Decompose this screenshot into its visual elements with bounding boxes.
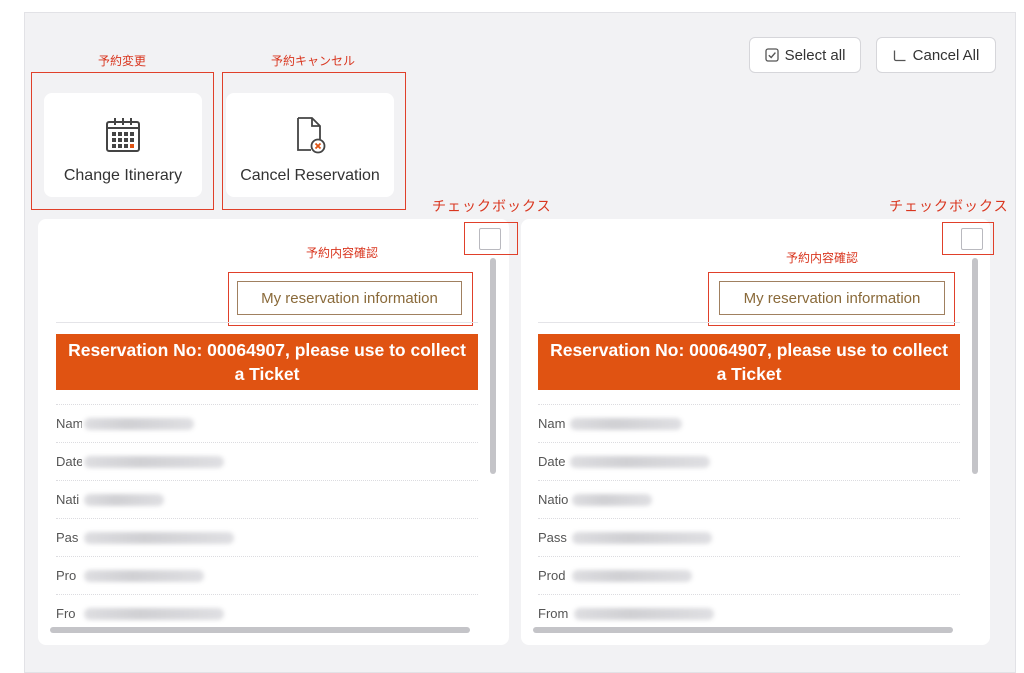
- row-label: Prod: [538, 568, 566, 583]
- horizontal-scrollbar-left[interactable]: [50, 627, 470, 633]
- row-label: Nati: [56, 492, 80, 507]
- row-label: Pas: [56, 530, 79, 545]
- row-label: Date: [56, 454, 82, 469]
- select-all-button[interactable]: Select all: [749, 37, 861, 73]
- vertical-scrollbar-right[interactable]: [972, 258, 978, 474]
- detail-row-product: Pro: [56, 556, 478, 594]
- annotation-box-info-left: [228, 272, 473, 326]
- reservation-number-banner-left: Reservation No: 00064907, please use to …: [56, 334, 478, 390]
- redacted-value: [84, 493, 164, 506]
- annotation-box-change-itinerary: [31, 72, 214, 210]
- annotation-box-info-right: [708, 272, 955, 326]
- annotation-confirm-left: 予約内容確認: [306, 246, 379, 260]
- row-label: Fro: [56, 606, 76, 621]
- checkbox-empty-icon: [893, 50, 906, 62]
- row-label: Pass: [538, 530, 567, 545]
- redacted-value: [84, 455, 224, 468]
- redacted-value: [574, 607, 714, 620]
- horizontal-scrollbar-right[interactable]: [533, 627, 953, 633]
- detail-row-nationality: Natio: [538, 480, 960, 518]
- annotation-cancel-reservation: 予約キャンセル: [271, 54, 356, 68]
- row-label: From: [538, 606, 569, 621]
- detail-row-nationality: Nati: [56, 480, 478, 518]
- row-label: Nam: [538, 416, 566, 431]
- divider: [538, 322, 960, 323]
- annotation-checkbox-left: チェックボックス: [432, 199, 552, 215]
- row-label: Pro: [56, 568, 77, 583]
- annotation-checkbox-right: チェックボックス: [889, 199, 1009, 215]
- row-label: Natio: [538, 492, 569, 507]
- cancel-all-button[interactable]: Cancel All: [876, 37, 996, 73]
- annotation-box-cancel-reservation: [222, 72, 406, 210]
- redacted-value: [572, 493, 652, 506]
- checkbox-checked-icon: [764, 48, 779, 62]
- vertical-scrollbar-left[interactable]: [490, 258, 496, 474]
- select-all-label: Select all: [784, 46, 846, 64]
- row-label: Date: [538, 454, 566, 469]
- redacted-value: [572, 569, 692, 582]
- detail-row-product: Prod: [538, 556, 960, 594]
- divider: [56, 322, 478, 323]
- detail-row-passport: Pas: [56, 518, 478, 556]
- redacted-value: [84, 607, 224, 620]
- detail-row-date: Date: [538, 442, 960, 480]
- annotation-change-itinerary: 予約変更: [98, 54, 147, 68]
- redacted-value: [84, 569, 204, 582]
- cancel-all-label: Cancel All: [912, 46, 980, 64]
- annotation-confirm-right: 予約内容確認: [786, 251, 859, 265]
- redacted-value: [570, 455, 710, 468]
- redacted-value: [84, 417, 194, 430]
- detail-row-name: Nam: [538, 404, 960, 442]
- annotation-box-checkbox-left: [464, 222, 518, 255]
- row-label: Nam: [56, 416, 82, 431]
- annotation-box-checkbox-right: [942, 222, 994, 255]
- detail-row-date: Date: [56, 442, 478, 480]
- reservation-number-banner-right: Reservation No: 00064907, please use to …: [538, 334, 960, 390]
- redacted-value: [570, 417, 682, 430]
- detail-row-name: Nam: [56, 404, 478, 442]
- redacted-value: [84, 531, 234, 544]
- redacted-value: [572, 531, 712, 544]
- detail-row-passport: Pass: [538, 518, 960, 556]
